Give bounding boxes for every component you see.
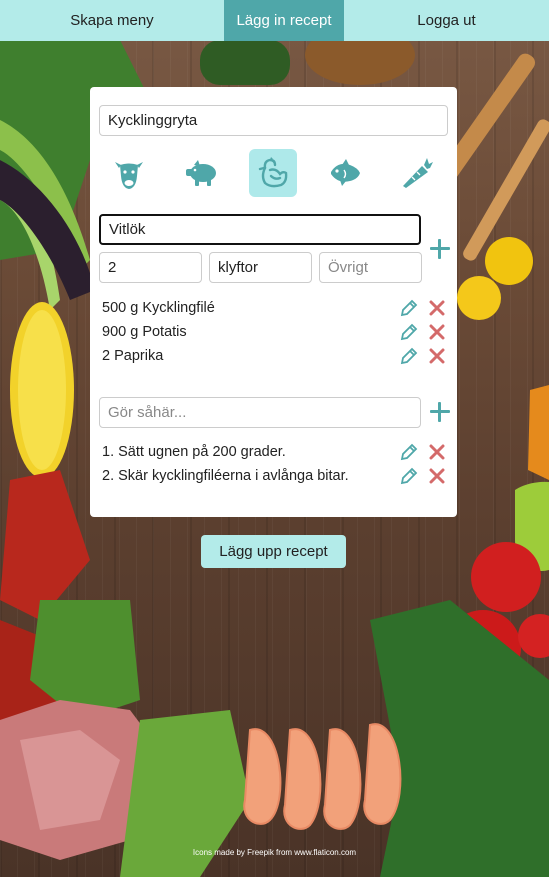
nav-skapa-meny[interactable]: Skapa meny bbox=[0, 0, 224, 41]
step-text: 2. Skär kycklingfiléerna i avlånga bitar… bbox=[102, 468, 349, 484]
edit-icon[interactable] bbox=[399, 466, 419, 486]
category-beef-button[interactable] bbox=[105, 149, 153, 197]
edit-icon[interactable] bbox=[399, 346, 419, 366]
ingredient-text: 2 Paprika bbox=[102, 348, 164, 364]
icon-credit: Icons made by Freepik from www.flaticon.… bbox=[192, 848, 357, 857]
ingredient-amount-field[interactable]: 2 bbox=[99, 252, 202, 283]
fish-icon bbox=[331, 159, 360, 186]
ingredient-name-field[interactable]: Vitlök bbox=[99, 214, 421, 245]
edit-icon[interactable] bbox=[399, 298, 419, 318]
nav-logga-ut[interactable]: Logga ut bbox=[344, 0, 549, 41]
delete-icon[interactable] bbox=[427, 298, 447, 318]
ingredient-row: 500 g Kycklingfilé bbox=[102, 296, 447, 320]
recipe-card: Kycklinggryta Vitlök 2 klyftor Övrigt 50… bbox=[90, 87, 457, 517]
pig-icon bbox=[186, 160, 216, 186]
category-chicken-button[interactable] bbox=[249, 149, 297, 197]
category-pork-button[interactable] bbox=[177, 149, 225, 197]
step-text: 1. Sätt ugnen på 200 grader. bbox=[102, 444, 286, 460]
ingredient-other-field[interactable]: Övrigt bbox=[319, 252, 422, 283]
ingredient-row: 900 g Potatis bbox=[102, 320, 447, 344]
step-field[interactable]: Gör såhär... bbox=[99, 397, 421, 428]
step-row: 1. Sätt ugnen på 200 grader. bbox=[102, 440, 447, 464]
chicken-icon bbox=[258, 157, 288, 188]
cow-icon bbox=[115, 162, 143, 189]
carrot-icon bbox=[403, 158, 433, 188]
nav-lagg-in-recept[interactable]: Lägg in recept bbox=[224, 0, 344, 41]
step-row: 2. Skär kycklingfiléerna i avlånga bitar… bbox=[102, 464, 447, 488]
edit-icon[interactable] bbox=[399, 322, 419, 342]
ingredient-row: 2 Paprika bbox=[102, 344, 447, 368]
delete-icon[interactable] bbox=[427, 466, 447, 486]
delete-icon[interactable] bbox=[427, 322, 447, 342]
recipe-title-field[interactable]: Kycklinggryta bbox=[99, 105, 448, 136]
category-vegetable-button[interactable] bbox=[393, 149, 441, 197]
delete-icon[interactable] bbox=[427, 442, 447, 462]
submit-recipe-button[interactable]: Lägg upp recept bbox=[201, 535, 346, 568]
delete-icon[interactable] bbox=[427, 346, 447, 366]
edit-icon[interactable] bbox=[399, 442, 419, 462]
top-nav: Skapa meny Lägg in recept Logga ut bbox=[0, 0, 549, 41]
category-fish-button[interactable] bbox=[321, 149, 369, 197]
ingredient-text: 500 g Kycklingfilé bbox=[102, 300, 215, 316]
ingredient-unit-field[interactable]: klyftor bbox=[209, 252, 312, 283]
add-step-button[interactable] bbox=[430, 402, 450, 422]
ingredient-text: 900 g Potatis bbox=[102, 324, 187, 340]
add-ingredient-button[interactable] bbox=[430, 239, 450, 259]
